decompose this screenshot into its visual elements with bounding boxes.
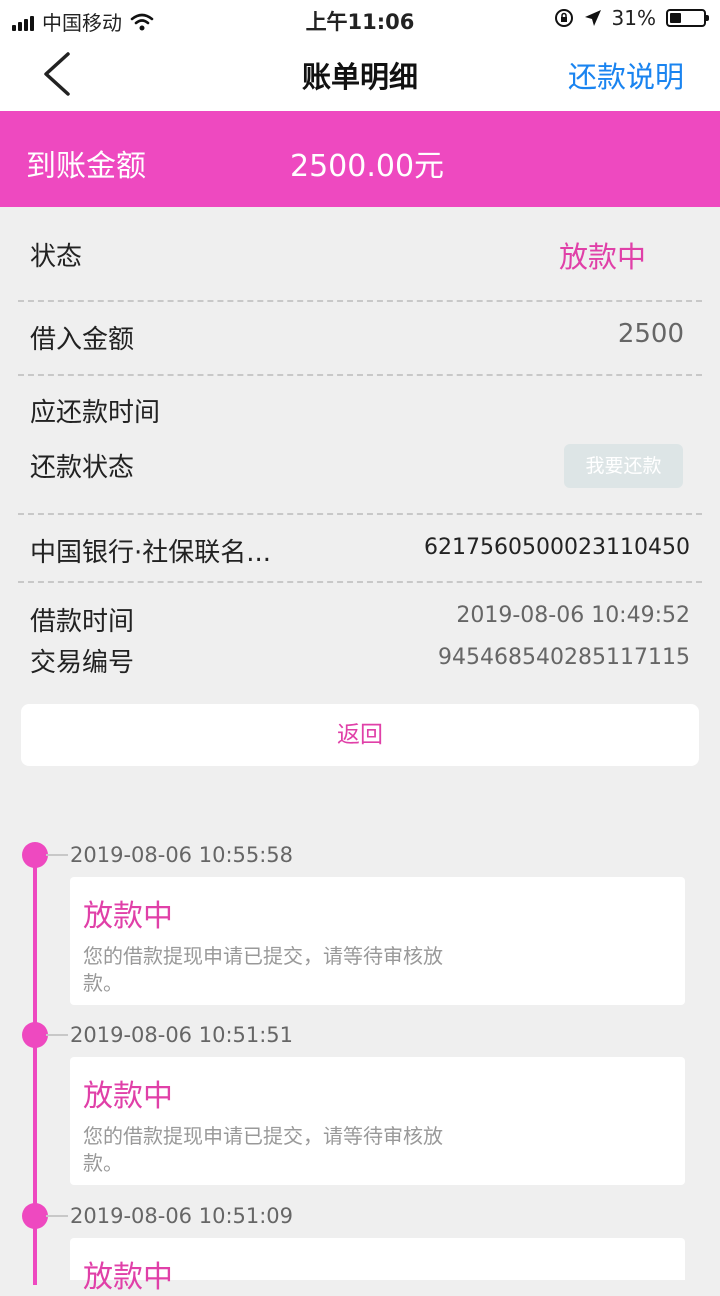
timeline-tick bbox=[46, 1215, 68, 1217]
timeline-tick bbox=[46, 1034, 68, 1036]
status-bar: 中国移动 上午11:06 31% bbox=[0, 0, 720, 38]
repayment-info-link[interactable]: 还款说明 bbox=[568, 54, 684, 96]
divider bbox=[18, 513, 702, 515]
divider bbox=[18, 300, 702, 302]
timeline-time: 2019-08-06 10:51:09 bbox=[70, 1204, 294, 1228]
timeline-card: 放款中 您的借款提现申请已提交，请等待审核放款。 bbox=[70, 1057, 685, 1185]
repay-button[interactable]: 我要还款 bbox=[564, 444, 683, 488]
timeline-time: 2019-08-06 10:55:58 bbox=[70, 843, 294, 867]
repay-status-label: 还款状态 bbox=[30, 453, 135, 483]
borrow-amount-value: 2500 bbox=[617, 319, 684, 349]
divider bbox=[18, 581, 702, 583]
nav-bar: 账单明细 还款说明 bbox=[0, 38, 720, 111]
timeline-dot bbox=[22, 1022, 48, 1048]
rotation-lock-icon bbox=[554, 9, 573, 27]
status-label: 状态 bbox=[30, 242, 83, 272]
timeline-time: 2019-08-06 10:51:51 bbox=[70, 1023, 294, 1047]
loan-time-label: 借款时间 bbox=[30, 607, 135, 637]
return-button[interactable]: 返回 bbox=[21, 704, 699, 766]
received-amount-label: 到账金额 bbox=[26, 149, 146, 184]
status-right: 31% bbox=[554, 6, 709, 30]
bank-name: 中国银行·社保联名... bbox=[30, 538, 272, 568]
card-number: 6217560500023110450 bbox=[424, 535, 690, 560]
timeline-card-title: 放款中 bbox=[83, 899, 173, 934]
received-amount-value: 2500.00元 bbox=[290, 149, 445, 184]
timeline-tick bbox=[46, 854, 68, 856]
trade-no-value: 945468540285117115 bbox=[438, 645, 690, 670]
status-value: 放款中 bbox=[558, 240, 646, 274]
borrow-amount-label: 借入金额 bbox=[30, 325, 135, 355]
timeline-dot bbox=[22, 1203, 48, 1229]
divider bbox=[18, 374, 702, 376]
battery-icon bbox=[666, 9, 709, 27]
timeline-card-desc: 您的借款提现申请已提交，请等待审核放款。 bbox=[83, 1124, 443, 1175]
location-icon bbox=[584, 10, 601, 26]
battery-percent: 31% bbox=[611, 6, 656, 30]
timeline-card-desc: 您的借款提现申请已提交，请等待审核放款。 bbox=[83, 944, 443, 995]
loan-time-value: 2019-08-06 10:49:52 bbox=[456, 603, 690, 628]
timeline-card: 放款中 bbox=[70, 1238, 685, 1295]
due-time-label: 应还款时间 bbox=[30, 398, 161, 428]
received-amount-banner: 到账金额 2500.00元 bbox=[0, 111, 720, 207]
trade-no-label: 交易编号 bbox=[30, 648, 135, 678]
timeline-dot bbox=[22, 842, 48, 868]
timeline-card-title: 放款中 bbox=[83, 1079, 173, 1114]
timeline-card: 放款中 您的借款提现申请已提交，请等待审核放款。 bbox=[70, 877, 685, 1005]
timeline-card-title: 放款中 bbox=[83, 1260, 173, 1295]
